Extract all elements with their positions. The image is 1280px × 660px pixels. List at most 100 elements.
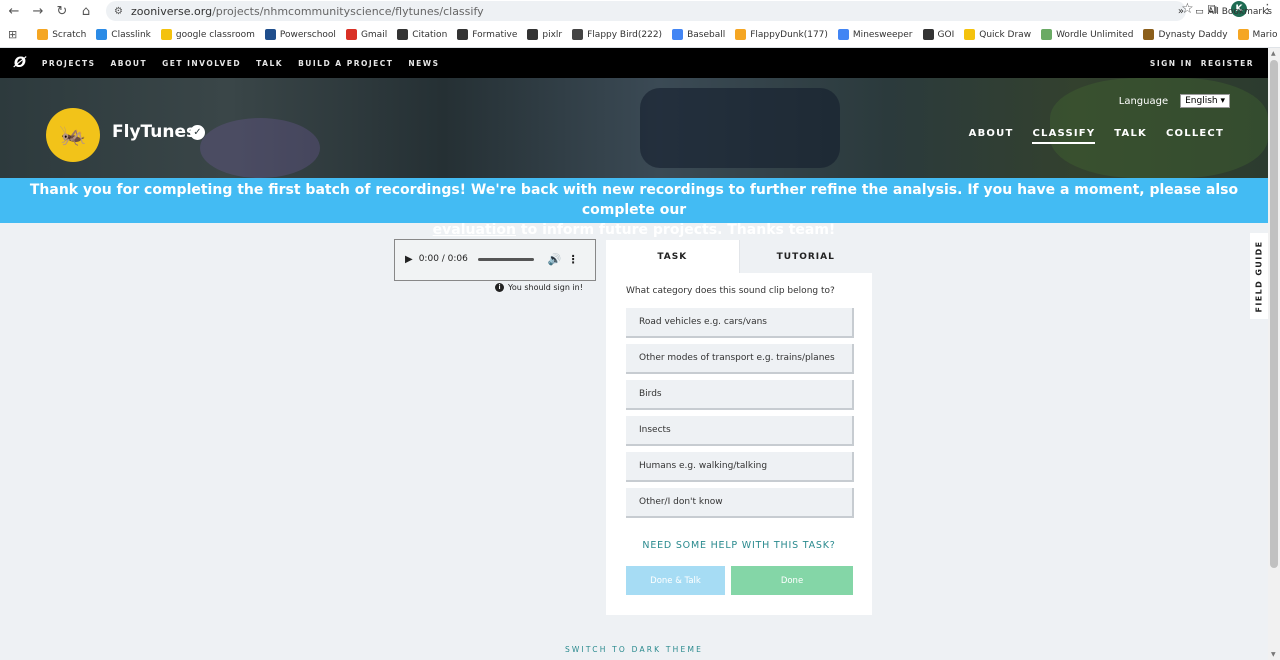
page-scrollbar[interactable]: ▲ ▼ (1268, 48, 1280, 660)
zooniverse-top-nav: Ø PROJECTS ABOUT GET INVOLVED TALK BUILD… (0, 48, 1268, 78)
verified-check-icon: ✓ (190, 125, 205, 140)
bookmark-favicon-icon (1143, 29, 1155, 40)
bookmark-label: Gmail (360, 29, 388, 40)
scrollbar-thumb[interactable] (1270, 60, 1278, 568)
browser-toolbar: ← → ↻ ⌂ ⚙ zooniverse.org/projects/nhmcom… (0, 0, 1280, 22)
bookmark-label: Minesweeper (852, 29, 913, 40)
bookmark-item[interactable]: GOI (922, 29, 955, 40)
answer-road-vehicles[interactable]: Road vehicles e.g. cars/vans (626, 308, 854, 338)
language-select[interactable]: English ▾ (1180, 94, 1230, 108)
bookmark-item[interactable]: Formative (457, 29, 517, 40)
bookmark-item[interactable]: Gmail (345, 29, 388, 40)
reload-icon[interactable]: ↻ (52, 1, 72, 21)
all-bookmarks-label: All Bookmarks (1207, 7, 1272, 17)
language-picker: Language English ▾ (1119, 94, 1230, 108)
nav-projects[interactable]: PROJECTS (42, 59, 96, 68)
bookmark-list: Scratch Classlink google classroom Powersch… (37, 29, 1280, 40)
scroll-up-arrow-icon[interactable]: ▲ (1271, 50, 1276, 57)
address-bar[interactable]: ⚙ zooniverse.org/projects/nhmcommunitysc… (106, 1, 1186, 21)
bookmark-label: Mario Kart (11.97) (1252, 29, 1280, 40)
project-avatar-fly-icon[interactable]: 🦗 (46, 108, 100, 162)
bookmark-favicon-icon (264, 29, 276, 40)
bookmark-item[interactable]: Wordle Unlimited (1041, 29, 1133, 40)
project-hero: 🦗 FlyTunes ✓ Language English ▾ ABOUT CL… (0, 78, 1268, 178)
apps-grid-icon[interactable]: ⊞ (8, 28, 17, 41)
play-icon[interactable]: ▶ (405, 254, 413, 265)
audio-subject: ▶ 0:00 / 0:06 🔊 ⋮ (394, 239, 596, 281)
volume-icon[interactable]: 🔊 (548, 253, 562, 266)
switch-dark-theme-link[interactable]: SWITCH TO DARK THEME (0, 645, 1268, 654)
nav-talk[interactable]: TALK (256, 59, 283, 68)
zooniverse-logo-icon[interactable]: Ø (14, 55, 26, 71)
bookmark-item[interactable]: Classlink (96, 29, 151, 40)
bookmark-item[interactable]: Flappy Bird(222) (572, 29, 662, 40)
bookmark-favicon-icon (160, 29, 172, 40)
bookmark-item[interactable]: pixlr (527, 29, 562, 40)
register-link[interactable]: REGISTER (1201, 59, 1254, 68)
bookmark-favicon-icon (735, 29, 747, 40)
bookmark-label: Baseball (687, 29, 726, 40)
bookmark-item[interactable]: Minesweeper (837, 29, 913, 40)
answer-other-dont-know[interactable]: Other/I don't know (626, 488, 854, 518)
bookmark-favicon-icon (672, 29, 684, 40)
bookmark-item[interactable]: google classroom (160, 29, 255, 40)
bookmark-label: GOI (937, 29, 955, 40)
scroll-down-arrow-icon[interactable]: ▼ (1271, 651, 1276, 658)
answer-other-transport[interactable]: Other modes of transport e.g. trains/pla… (626, 344, 854, 374)
nav-news[interactable]: NEWS (408, 59, 439, 68)
answer-insects[interactable]: Insects (626, 416, 854, 446)
bookmark-favicon-icon (922, 29, 934, 40)
evaluation-link[interactable]: evaluation (433, 222, 516, 238)
tab-tutorial[interactable]: TUTORIAL (738, 240, 872, 273)
audio-more-options-icon[interactable]: ⋮ (568, 253, 579, 266)
task-actions: Done & Talk Done (626, 566, 853, 595)
bookmark-item[interactable]: Citation (397, 29, 447, 40)
bookmark-favicon-icon (457, 29, 469, 40)
project-title[interactable]: FlyTunes (112, 122, 196, 142)
info-icon: i (495, 283, 504, 292)
nav-get-involved[interactable]: GET INVOLVED (162, 59, 241, 68)
project-nav-collect[interactable]: COLLECT (1166, 128, 1224, 144)
bookmark-label: Quick Draw (979, 29, 1032, 40)
url-path: /projects/nhmcommunityscience/flytunes/c… (212, 4, 484, 18)
bookmark-label: Wordle Unlimited (1056, 29, 1134, 40)
sign-in-link[interactable]: SIGN IN (1150, 59, 1193, 68)
bookmark-label: Flappy Bird(222) (587, 29, 663, 40)
project-nav: ABOUT CLASSIFY TALK COLLECT (969, 128, 1224, 144)
bookmark-item[interactable]: Powerschool (264, 29, 336, 40)
bookmark-item[interactable]: Baseball (672, 29, 725, 40)
all-bookmarks-button[interactable]: ▭ All Bookmarks (1195, 7, 1272, 17)
task-help-link[interactable]: NEED SOME HELP WITH THIS TASK? (606, 540, 872, 551)
site-info-icon[interactable]: ⚙ (114, 6, 123, 17)
bookmark-favicon-icon (345, 29, 357, 40)
banner-text-before: Thank you for completing the first batch… (29, 182, 1239, 218)
bookmark-item[interactable]: Quick Draw (964, 29, 1031, 40)
forward-arrow-icon[interactable]: → (28, 1, 48, 21)
bookmark-item[interactable]: Scratch (37, 29, 86, 40)
hero-background-shape (200, 118, 320, 178)
project-nav-talk[interactable]: TALK (1114, 128, 1147, 144)
more-bookmarks-button[interactable]: » (1178, 6, 1184, 17)
bookmark-item[interactable]: FlappyDunk(177) (735, 29, 828, 40)
back-arrow-icon[interactable]: ← (4, 1, 24, 21)
nav-build-a-project[interactable]: BUILD A PROJECT (298, 59, 393, 68)
bookmark-label: Scratch (52, 29, 87, 40)
audio-player[interactable]: ▶ 0:00 / 0:06 🔊 ⋮ (395, 240, 595, 278)
project-nav-about[interactable]: ABOUT (969, 128, 1014, 144)
project-nav-classify[interactable]: CLASSIFY (1032, 128, 1096, 144)
tab-task[interactable]: TASK (606, 240, 739, 273)
home-icon[interactable]: ⌂ (76, 1, 96, 21)
folder-icon: ▭ (1195, 7, 1204, 17)
task-question: What category does this sound clip belon… (626, 286, 835, 296)
bookmark-item[interactable]: Dynasty Daddy (1143, 29, 1228, 40)
done-button[interactable]: Done (731, 566, 853, 595)
answer-birds[interactable]: Birds (626, 380, 854, 410)
answer-humans[interactable]: Humans e.g. walking/talking (626, 452, 854, 482)
nav-about[interactable]: ABOUT (111, 59, 148, 68)
done-and-talk-button[interactable]: Done & Talk (626, 566, 725, 595)
bookmark-favicon-icon (397, 29, 409, 40)
audio-progress-track[interactable] (477, 257, 534, 261)
bookmark-item[interactable]: Mario Kart (11.97) (1237, 29, 1280, 40)
field-guide-tab[interactable]: FIELD GUIDE (1250, 233, 1268, 319)
bookmark-favicon-icon (527, 29, 539, 40)
